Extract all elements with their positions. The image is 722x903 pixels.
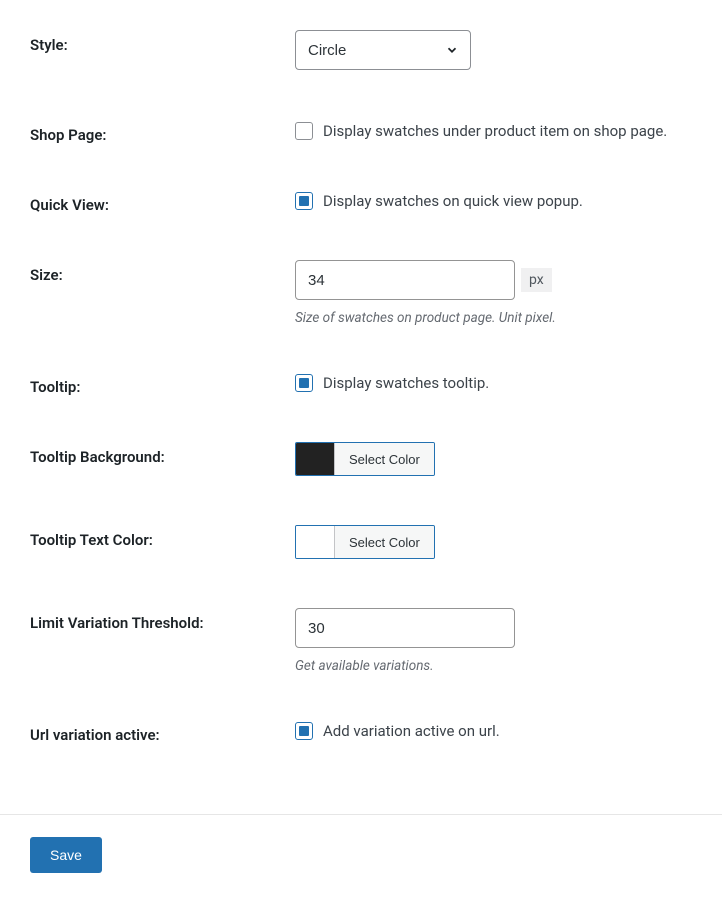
style-label: Style:: [30, 36, 68, 54]
size-unit: px: [521, 268, 552, 292]
row-limit-threshold: Limit Variation Threshold: Get available…: [30, 608, 692, 674]
style-select[interactable]: Circle: [295, 30, 471, 70]
tooltip-text-swatch: [296, 526, 334, 558]
limit-threshold-input[interactable]: [295, 608, 515, 648]
shop-page-label: Shop Page:: [30, 126, 106, 144]
tooltip-text-color-picker[interactable]: Select Color: [295, 525, 435, 559]
url-variation-checkbox-label: Add variation active on url.: [323, 722, 500, 740]
url-variation-checkbox[interactable]: [295, 722, 313, 740]
quick-view-label: Quick View:: [30, 196, 109, 214]
row-tooltip: Tooltip: Display swatches tooltip.: [30, 372, 692, 396]
row-quick-view: Quick View: Display swatches on quick vi…: [30, 190, 692, 214]
limit-threshold-description: Get available variations.: [295, 658, 692, 674]
row-tooltip-text: Tooltip Text Color: Select Color: [30, 525, 692, 562]
tooltip-checkbox[interactable]: [295, 374, 313, 392]
tooltip-text-label: Tooltip Text Color:: [30, 531, 153, 549]
tooltip-bg-swatch: [296, 443, 334, 475]
tooltip-bg-label: Tooltip Background:: [30, 448, 165, 466]
tooltip-label: Tooltip:: [30, 378, 80, 396]
row-shop-page: Shop Page: Display swatches under produc…: [30, 120, 692, 144]
url-variation-label: Url variation active:: [30, 726, 160, 744]
quick-view-checkbox-label: Display swatches on quick view popup.: [323, 192, 583, 210]
row-size: Size: px Size of swatches on product pag…: [30, 260, 692, 326]
divider: [0, 814, 722, 815]
tooltip-bg-color-picker[interactable]: Select Color: [295, 442, 435, 476]
size-label: Size:: [30, 266, 63, 284]
tooltip-text-select-button[interactable]: Select Color: [334, 526, 434, 558]
tooltip-bg-select-button[interactable]: Select Color: [334, 443, 434, 475]
row-style: Style: Circle: [30, 30, 692, 70]
size-description: Size of swatches on product page. Unit p…: [295, 310, 692, 326]
save-button[interactable]: Save: [30, 837, 102, 873]
tooltip-checkbox-label: Display swatches tooltip.: [323, 374, 489, 392]
size-input[interactable]: [295, 260, 515, 300]
shop-page-checkbox[interactable]: [295, 122, 313, 140]
quick-view-checkbox[interactable]: [295, 192, 313, 210]
row-url-variation: Url variation active: Add variation acti…: [30, 720, 692, 744]
row-tooltip-bg: Tooltip Background: Select Color: [30, 442, 692, 479]
limit-threshold-label: Limit Variation Threshold:: [30, 614, 204, 632]
shop-page-checkbox-label: Display swatches under product item on s…: [323, 122, 667, 140]
